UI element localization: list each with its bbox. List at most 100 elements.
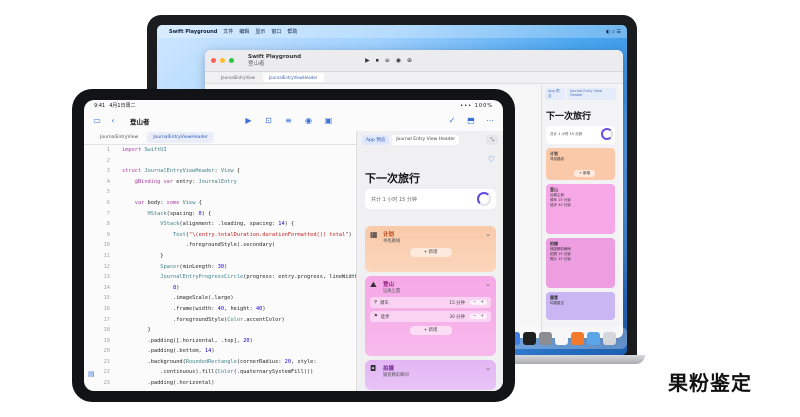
- line-number: 18: [103, 327, 110, 334]
- mac-menubar: Swift Playground 文件 编辑 显示 窗口 帮助 ◐ ⌕ ☰: [157, 25, 627, 38]
- mini-card-plan[interactable]: 计划 寻找路线 + 新增: [546, 148, 615, 180]
- project-title[interactable]: 登山者: [130, 116, 150, 126]
- tab-journal-entry-view[interactable]: JournalEntryView: [215, 73, 261, 82]
- plus-icon[interactable]: +: [480, 300, 484, 305]
- sidebar-toggle-icon[interactable]: ▭: [92, 116, 102, 126]
- tab-header-preview[interactable]: Journal Entry View Header: [392, 135, 460, 145]
- add-button[interactable]: + 新增: [409, 326, 452, 335]
- window-file-tabs: JournalEntryView JournalEntryViewHeader: [205, 72, 623, 84]
- card-titles: 拍摄 捕捉精彩瞬间: [383, 364, 409, 378]
- line-number: 23: [103, 380, 110, 387]
- menubar-status-icons[interactable]: ◐ ⌕ ☰: [606, 29, 621, 35]
- tab-journal-entry-view[interactable]: JournalEntryView: [94, 132, 144, 143]
- code-editor[interactable]: 1 2 3 4 5 6 7 8 9 10 11 12 13 14 15 16 17 18 19 20 21 22 23 im…: [84, 145, 356, 391]
- preview-app-icon[interactable]: [555, 331, 568, 345]
- plus-icon[interactable]: +: [480, 314, 484, 319]
- card-hike[interactable]: ⛰ 登山 远离尘嚣 ⌄ ⚲ 骑车 15 分钟 − + ⚑ 徒步 30 分钟 − …: [365, 276, 496, 356]
- card-header: ▦ 计划 寻找路线 ⌄: [370, 230, 491, 244]
- card-title: 拍摄: [383, 366, 395, 372]
- hiking-icon: ⛰: [370, 280, 377, 289]
- mini-card-camp[interactable]: 露营 仰望星空: [546, 292, 615, 320]
- code-line: .padding(.bottom, 14): [122, 348, 215, 355]
- calendar-icon: ▦: [370, 230, 378, 239]
- minutes-stepper[interactable]: − +: [469, 300, 487, 305]
- toolbar-right-controls: ✓ ⬒ ⋯: [447, 116, 495, 126]
- ipad-toolbar: ▭ ‹ 登山者 ▶ ⊡ ≡ ◉ ▣ ✓ ⬒ ⋯: [84, 111, 503, 131]
- code-line: }: [122, 252, 164, 259]
- share-icon[interactable]: ⬒: [466, 116, 476, 126]
- tab-journal-entry-view-header[interactable]: JournalEntryViewHeader: [147, 132, 214, 143]
- mini-add-button[interactable]: + 新增: [574, 170, 596, 177]
- record-icon[interactable]: ◉: [396, 57, 401, 65]
- back-chevron-icon[interactable]: ‹: [108, 116, 118, 126]
- code-body[interactable]: import SwiftUI struct JournalEntryViewHe…: [122, 145, 356, 389]
- line-number: 12: [103, 263, 110, 270]
- code-line: Text("\(entry.totalDuration.durationForm…: [173, 231, 352, 238]
- menu-file[interactable]: 文件: [223, 28, 233, 35]
- zoom-window-icon[interactable]: [229, 58, 234, 63]
- mini-row-label: 照片: [550, 257, 557, 261]
- more-icon[interactable]: ⋯: [485, 116, 495, 126]
- expand-preview-icon[interactable]: ⤡: [486, 135, 498, 145]
- card-title: 计划: [383, 232, 395, 238]
- minimize-window-icon[interactable]: [220, 58, 225, 63]
- menubar-app-name[interactable]: Swift Playground: [169, 29, 217, 35]
- mini-row-value: 30 分钟: [558, 203, 571, 207]
- tab-app-preview[interactable]: App 预览: [362, 135, 390, 145]
- library-icon[interactable]: ▣: [324, 116, 334, 126]
- stop-icon[interactable]: ⊡: [264, 116, 274, 126]
- mini-card-hike[interactable]: 登山 远离尘嚣 骑车 15 分钟 徒步 30 分钟: [546, 184, 615, 234]
- line-number: 17: [103, 316, 110, 323]
- folder-icon[interactable]: [587, 331, 600, 345]
- swift-app-icon[interactable]: [571, 331, 584, 345]
- walking-icon: ⚑: [374, 314, 378, 319]
- code-line: .frame(width: 40, height: 40): [122, 305, 266, 312]
- menu-window[interactable]: 窗口: [271, 28, 281, 35]
- terminal-icon[interactable]: [523, 331, 536, 345]
- menu-help[interactable]: 帮助: [287, 28, 297, 35]
- line-number: 20: [103, 348, 110, 355]
- menu-edit[interactable]: 编辑: [239, 28, 249, 35]
- tab-journal-entry-view-header[interactable]: JournalEntryViewHeader: [262, 73, 324, 82]
- status-time: 9:41: [94, 102, 106, 109]
- code-line: .background(RoundedRectangle(cornerRadiu…: [122, 358, 317, 365]
- code-line: HStack(spacing: 0) {: [147, 210, 212, 217]
- mini-card-photo[interactable]: 拍摄 捕捉精彩瞬间 拍照 15 分钟 照片 15 分钟: [546, 238, 615, 288]
- mini-card-sub: 寻找路线: [550, 157, 564, 161]
- checkmark-icon[interactable]: ✓: [447, 116, 457, 126]
- settings-app-icon[interactable]: [539, 331, 552, 345]
- mini-row-value: 15 分钟: [558, 257, 571, 261]
- mini-row-value: 15 分钟: [558, 252, 571, 256]
- menu-view[interactable]: 显示: [255, 28, 265, 35]
- settings-icon[interactable]: ≡: [385, 57, 390, 65]
- minus-icon[interactable]: −: [473, 314, 477, 319]
- trash-icon[interactable]: [603, 331, 616, 345]
- run-icon[interactable]: ▶: [365, 57, 370, 65]
- settings-slider-icon[interactable]: ≡: [284, 116, 294, 126]
- card-plan[interactable]: ▦ 计划 寻找路线 ⌄ + 新增: [365, 226, 496, 272]
- close-window-icon[interactable]: [211, 58, 216, 63]
- minutes-stepper[interactable]: − +: [469, 314, 487, 319]
- heart-icon[interactable]: ♡: [488, 155, 495, 164]
- mini-progress-ring: [601, 128, 613, 140]
- code-line: struct JournalEntryViewHeader: View {: [122, 168, 241, 175]
- code-line: .imageScale(.large): [122, 295, 234, 302]
- add-button[interactable]: + 新增: [409, 248, 452, 257]
- stop-icon[interactable]: ⏹: [376, 57, 379, 65]
- tab-header-preview[interactable]: Journal Entry View Header: [567, 88, 616, 100]
- library-icon[interactable]: ⊕: [407, 57, 412, 65]
- ipad-screen: 9:41 4月1日周二 ••• 100% ▭ ‹ 登山者 ▶ ⊡ ≡ ◉ ▣ ✓…: [84, 100, 503, 391]
- run-icon[interactable]: ▶: [244, 116, 254, 126]
- total-duration-text: 共计 1 小时 15 分钟: [371, 197, 417, 203]
- camera-icon: ◘: [370, 364, 377, 373]
- chevron-down-icon[interactable]: ⌄: [485, 230, 491, 238]
- console-toggle-icon[interactable]: ▤: [88, 370, 95, 378]
- record-icon[interactable]: ◉: [304, 116, 314, 126]
- line-number: 19: [103, 337, 110, 344]
- tab-app-preview[interactable]: App 预览: [545, 88, 566, 100]
- minus-icon[interactable]: −: [473, 300, 477, 305]
- card-photo[interactable]: ◘ 拍摄 捕捉精彩瞬间 ⌄: [365, 360, 496, 390]
- chevron-down-icon[interactable]: ⌄: [485, 364, 491, 372]
- chevron-down-icon[interactable]: ⌄: [485, 280, 491, 288]
